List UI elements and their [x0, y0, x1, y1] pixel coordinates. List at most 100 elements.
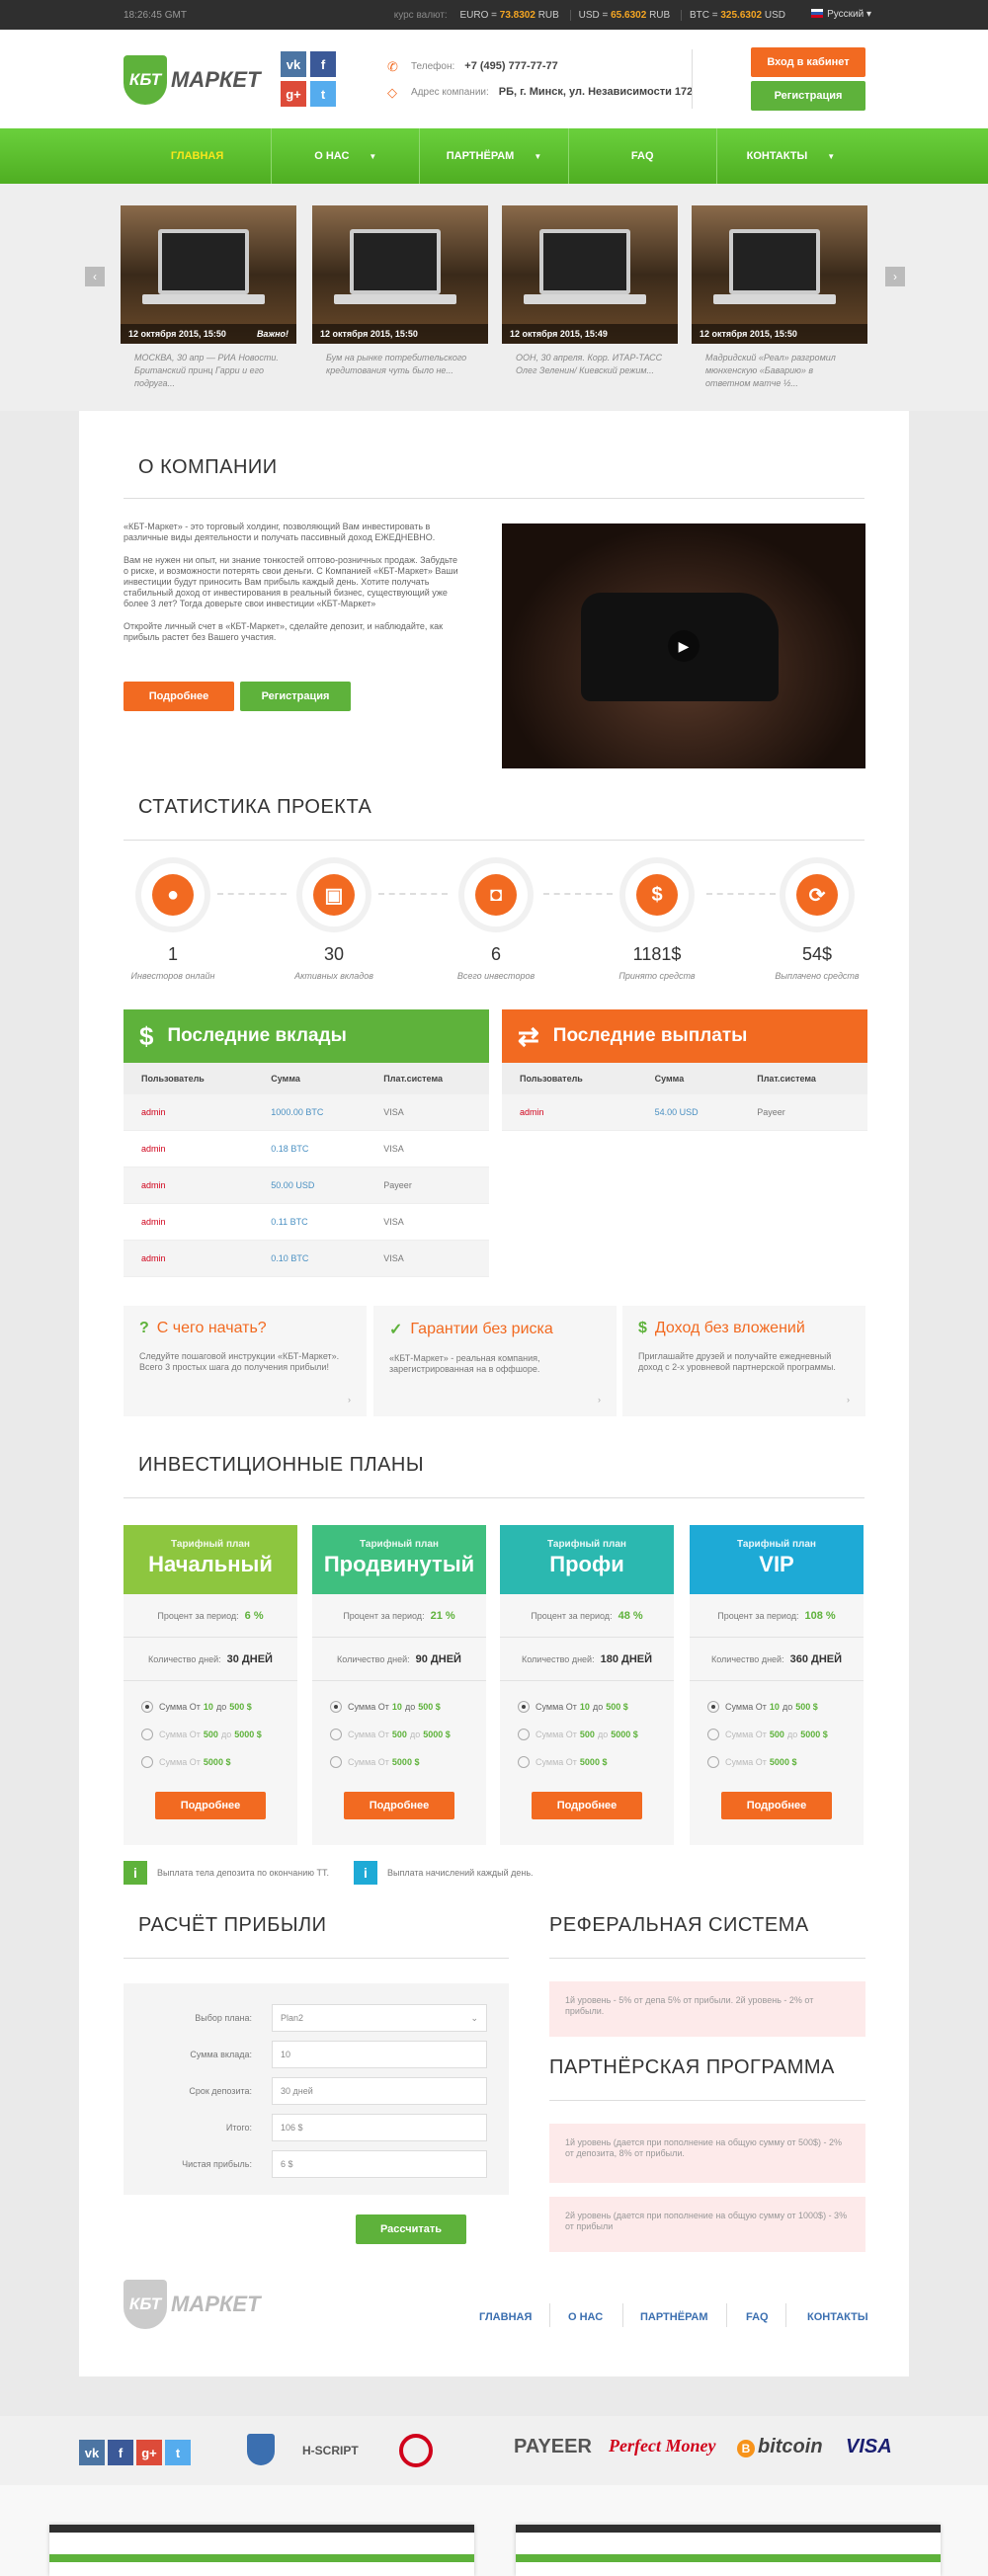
- nav-item-about[interactable]: О НАС ▼: [272, 128, 421, 184]
- divider: [124, 1497, 864, 1498]
- video-player[interactable]: ▶: [502, 523, 865, 768]
- amount-cell: 0.18 BTC: [253, 1130, 367, 1167]
- play-icon[interactable]: ▶: [668, 630, 700, 662]
- footer-nav-partners[interactable]: ПАРТНЁРАМ: [640, 2311, 708, 2323]
- percent-label: Процент за период:: [343, 1610, 425, 1621]
- nav-label: FAQ: [630, 150, 654, 162]
- slider-prev-arrow-icon[interactable]: ‹: [85, 267, 105, 286]
- logo[interactable]: КБТ МАРКЕТ: [124, 55, 261, 105]
- total-field[interactable]: 106 $: [272, 2113, 487, 2141]
- amount-radio[interactable]: Сумма От 500 до 5000 $: [518, 1721, 656, 1748]
- amount-radio[interactable]: Сумма От 10 до 500 $: [707, 1693, 846, 1721]
- profit-calculator: Выбор плана: Plan2 ⌄ Сумма вклада: 10 Срок …: [124, 1983, 509, 2195]
- news-slide[interactable]: 12 октября 2015, 15:49 ООН, 30 апреля. К…: [502, 205, 678, 393]
- user-cell[interactable]: admin: [124, 1130, 254, 1167]
- about-paragraph: Откройте личный счет в «КБТ-Маркет», сде…: [124, 621, 444, 642]
- amount-cell: 50.00 USD: [253, 1167, 367, 1204]
- amount-radio[interactable]: Сумма От 5000 $: [330, 1748, 468, 1776]
- twitter-icon[interactable]: t: [310, 81, 336, 107]
- amount-radio[interactable]: Сумма От 10 до 500 $: [330, 1693, 468, 1721]
- language-selector[interactable]: Русский ▾: [803, 6, 879, 24]
- footer-nav-about[interactable]: О НАС: [568, 2311, 603, 2323]
- nav-item-partners[interactable]: ПАРТНЁРАМ ▼: [420, 128, 569, 184]
- stat-label: Принято средств: [618, 971, 696, 981]
- plan-more-button[interactable]: Подробнее: [155, 1792, 266, 1819]
- news-slide[interactable]: 12 октября 2015, 15:50 Бум на рынке потр…: [312, 205, 488, 393]
- logo-shield: КБТ: [124, 2280, 167, 2329]
- plan-subtitle: Тарифный план: [171, 1539, 250, 1550]
- amount-radio[interactable]: Сумма От 500 до 5000 $: [141, 1721, 280, 1748]
- chevron-down-icon: ▼: [827, 151, 836, 161]
- plan-more-button[interactable]: Подробнее: [344, 1792, 454, 1819]
- deposit-term-input[interactable]: 30 дней: [272, 2076, 487, 2105]
- footer-nav-home[interactable]: ГЛАВНАЯ: [479, 2311, 532, 2323]
- facebook-icon[interactable]: f: [310, 51, 336, 77]
- laptop-image: 12 октября 2015, 15:49: [502, 205, 678, 344]
- nav-item-home[interactable]: ГЛАВНАЯ: [124, 128, 273, 184]
- net-profit-field[interactable]: 6 $: [272, 2149, 487, 2178]
- nav-item-contacts[interactable]: КОНТАКТЫ ▼: [717, 128, 864, 184]
- footer-social: vk f g+ t: [79, 2440, 191, 2465]
- facebook-icon[interactable]: f: [108, 2440, 133, 2465]
- info-box-income[interactable]: $ Доход без вложений Приглашайте друзей и …: [622, 1306, 865, 1416]
- amount-radio[interactable]: Сумма От 500 до 5000 $: [707, 1721, 846, 1748]
- vk-icon[interactable]: vk: [281, 51, 306, 77]
- nav-label: ГЛАВНАЯ: [170, 150, 224, 162]
- footer-nav-faq[interactable]: FAQ: [746, 2311, 769, 2323]
- address: РБ, г. Минск, ул. Независимости 172: [498, 86, 694, 98]
- slider-next-arrow-icon[interactable]: ›: [885, 267, 905, 286]
- table-row: admin 1000.00 BTC VISA: [124, 1094, 489, 1131]
- divider: [726, 2303, 727, 2327]
- twitter-icon[interactable]: t: [165, 2440, 191, 2465]
- laptop-image: 12 октября 2015, 15:50: [692, 205, 867, 344]
- footer-nav-contacts[interactable]: КОНТАКТЫ: [807, 2311, 868, 2323]
- usd-unit: RUB: [649, 10, 671, 21]
- section-title-referral: РЕФЕРАЛЬНАЯ СИСТЕМА: [549, 1914, 809, 1936]
- info-box-guarantee[interactable]: ✓ Гарантии без риска «КБТ-Маркет» - реальн…: [373, 1306, 617, 1416]
- news-slide[interactable]: 12 октября 2015, 15:50 Важно! МОСКВА, 30 …: [121, 205, 296, 393]
- register-button[interactable]: Регистрация: [751, 81, 865, 111]
- amount-radio[interactable]: Сумма От 5000 $: [141, 1748, 280, 1776]
- deposit-amount-input[interactable]: 10: [272, 2040, 487, 2068]
- user-cell[interactable]: admin: [124, 1094, 254, 1131]
- plan-days: 90 ДНЕЙ: [415, 1652, 461, 1665]
- payouts-table: Пользователь Сумма Плат.система admin 54.00…: [502, 1063, 867, 1131]
- footer-logo[interactable]: КБТ МАРКЕТ: [124, 2280, 261, 2329]
- nav-item-faq[interactable]: FAQ: [569, 128, 717, 184]
- plan-card: Тарифный план VIP Процент за период: 108 %…: [690, 1525, 864, 1845]
- info-box-start[interactable]: ? С чего начать? Следуйте пошаговой инстру…: [124, 1306, 367, 1416]
- about-register-button[interactable]: Регистрация: [240, 682, 351, 711]
- user-cell[interactable]: admin: [502, 1094, 637, 1131]
- amount-radio[interactable]: Сумма От 5000 $: [707, 1748, 846, 1776]
- about-more-button[interactable]: Подробнее: [124, 682, 234, 711]
- calculate-button[interactable]: Рассчитать: [356, 2214, 466, 2244]
- bitcoin-logo: Bbitcoin: [737, 2436, 823, 2458]
- user-cell[interactable]: admin: [124, 1167, 254, 1204]
- vk-icon[interactable]: vk: [79, 2440, 105, 2465]
- user-cell[interactable]: admin: [124, 1240, 254, 1277]
- section-title-calc: РАСЧЁТ ПРИБЫЛИ: [138, 1914, 327, 1936]
- social-links: vk f g+ t: [281, 51, 340, 107]
- address-label: Адрес компании:: [411, 86, 489, 98]
- google-plus-icon[interactable]: g+: [136, 2440, 162, 2465]
- percent-label: Процент за период:: [157, 1610, 239, 1621]
- hscript-logo: H-SCRIPT: [302, 2444, 359, 2457]
- amount-radio[interactable]: Сумма От 10 до 500 $: [518, 1693, 656, 1721]
- user-cell[interactable]: admin: [124, 1203, 254, 1241]
- plan-more-button[interactable]: Подробнее: [721, 1792, 832, 1819]
- news-slide[interactable]: 12 октября 2015, 15:50 Мадридский «Реал»…: [692, 205, 867, 393]
- chevron-right-icon: ›: [847, 1395, 850, 1405]
- google-plus-icon[interactable]: g+: [281, 81, 306, 107]
- comodo-secure-icon: [399, 2434, 433, 2467]
- amount-radio[interactable]: Сумма От 500 до 5000 $: [330, 1721, 468, 1748]
- plan-select[interactable]: Plan2 ⌄: [272, 2003, 487, 2032]
- plan-subtitle: Тарифный план: [360, 1539, 439, 1550]
- amount-radio[interactable]: Сумма От 10 до 500 $: [141, 1693, 280, 1721]
- amount-radio[interactable]: Сумма От 5000 $: [518, 1748, 656, 1776]
- divider: [549, 1958, 865, 1959]
- referral-box: 1й уровень - 5% от депа 5% от прибыли. 2…: [549, 1981, 865, 2037]
- plan-more-button[interactable]: Подробнее: [532, 1792, 642, 1819]
- usd-rate: 65.6302: [611, 10, 647, 21]
- days-label: Количество дней:: [148, 1653, 221, 1664]
- cabinet-button[interactable]: Вход в кабинет: [751, 47, 865, 77]
